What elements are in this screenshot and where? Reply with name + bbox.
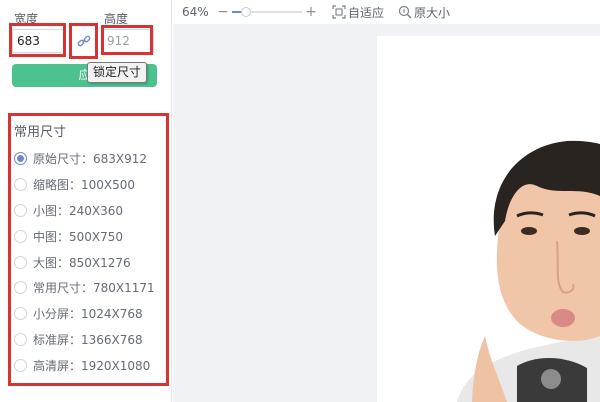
portrait-photo: [457, 140, 600, 402]
height-input[interactable]: 912: [102, 29, 154, 53]
radio-icon[interactable]: [14, 358, 27, 372]
preset-common[interactable]: 常用尺寸：780X1171: [14, 275, 155, 301]
width-label: 宽度: [14, 12, 39, 26]
preset-medium[interactable]: 中图：500X750: [14, 223, 155, 249]
preset-label: 高清屏：1920X1080: [33, 358, 151, 373]
preset-label: 中图：500X750: [33, 229, 124, 244]
image-preview: [377, 36, 600, 402]
preset-size-list: 原始尺寸：683X912 缩略图：100X500 小图：240X360 中图：5…: [14, 146, 155, 378]
zoom-magnifier-icon: [398, 5, 412, 19]
image-resize-app: 宽度 高度 683 912 应 锁定尺寸 常用尺寸 原始尺寸：683X912 缩…: [0, 0, 600, 402]
lock-size-tooltip: 锁定尺寸: [87, 62, 148, 83]
preset-hd-screen[interactable]: 高清屏：1920X1080: [14, 352, 155, 378]
preset-standard-screen[interactable]: 标准屏：1366X768: [14, 327, 155, 353]
preset-label: 小图：240X360: [33, 203, 124, 218]
fit-to-window-button[interactable]: 自适应: [332, 4, 384, 21]
radio-icon[interactable]: [14, 203, 27, 217]
preset-sizes-title: 常用尺寸: [14, 125, 67, 140]
fit-label: 自适应: [348, 5, 385, 20]
zoom-slider-thumb[interactable]: [241, 7, 251, 17]
preset-large[interactable]: 大图：850X1276: [14, 249, 155, 275]
preset-original[interactable]: 原始尺寸：683X912: [14, 146, 155, 172]
width-input[interactable]: 683: [12, 29, 64, 53]
preset-label: 缩略图：100X500: [33, 178, 136, 193]
preset-small-screen[interactable]: 小分屏：1024X768: [14, 301, 155, 327]
radio-icon[interactable]: [14, 255, 27, 269]
original-size-button[interactable]: 原大小: [398, 4, 450, 21]
preset-small[interactable]: 小图：240X360: [14, 198, 155, 224]
preset-label: 原始尺寸：683X912: [33, 152, 148, 167]
radio-icon[interactable]: [14, 229, 27, 243]
preset-label: 标准屏：1366X768: [33, 332, 143, 347]
lock-ratio-button[interactable]: [74, 29, 94, 53]
zoom-toolbar: 64% − + 自适应 原大小: [172, 0, 600, 24]
zoom-in-button[interactable]: +: [304, 4, 318, 20]
original-size-label: 原大小: [414, 5, 451, 20]
preset-label: 小分屏：1024X768: [33, 307, 143, 322]
radio-icon[interactable]: [14, 281, 27, 295]
preset-thumbnail[interactable]: 缩略图：100X500: [14, 172, 155, 198]
radio-icon[interactable]: [14, 307, 27, 321]
fit-screen-icon: [332, 5, 346, 19]
link-icon: [77, 35, 91, 47]
height-label: 高度: [104, 12, 129, 26]
preset-label: 大图：850X1276: [33, 255, 131, 270]
size-settings-panel: 宽度 高度 683 912 应 锁定尺寸 常用尺寸 原始尺寸：683X912 缩…: [0, 0, 172, 402]
zoom-out-button[interactable]: −: [216, 4, 230, 20]
radio-checked-icon[interactable]: [14, 152, 27, 166]
zoom-slider[interactable]: [232, 6, 302, 18]
radio-icon[interactable]: [14, 332, 27, 346]
preset-label: 常用尺寸：780X1171: [33, 281, 155, 296]
radio-icon[interactable]: [14, 178, 27, 192]
zoom-percentage: 64%: [182, 5, 209, 19]
